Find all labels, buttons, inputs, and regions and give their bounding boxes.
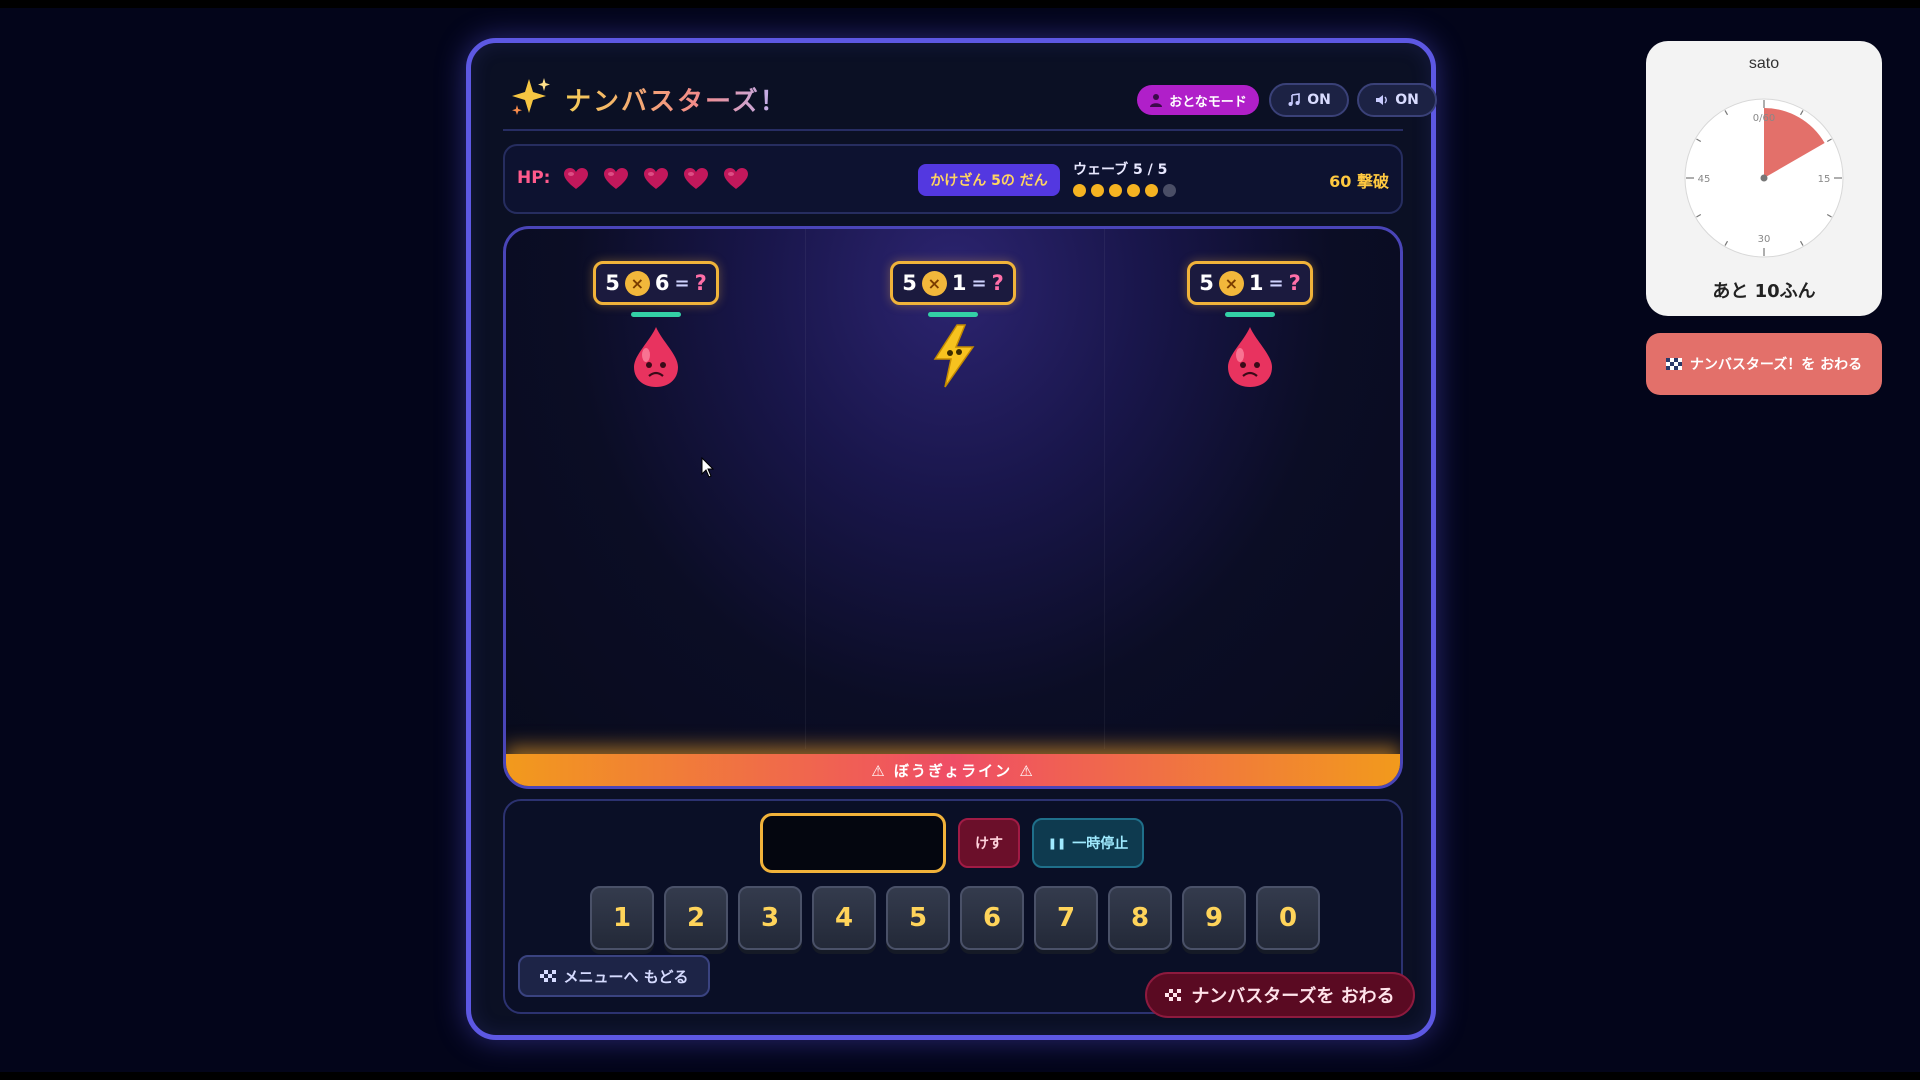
battle-arena: 5 × 6 = ? 5 × 1 = ? 5 × 1 = ? ⚠ ぼうぎょライン … — [503, 226, 1403, 789]
defense-line: ⚠ ぼうぎょライン ⚠ — [506, 754, 1400, 786]
lane-divider — [805, 229, 806, 749]
game-window: ナンバスターズ！ おとなモード ON ON HP: かけざん 5の だん ウェー… — [466, 38, 1437, 1040]
top-letterbox — [0, 0, 1920, 8]
timer-clock: 0/60 15 30 45 — [1684, 98, 1844, 258]
heart-icon — [644, 168, 668, 189]
problem-card: 5 × 1 = ? — [890, 261, 1016, 305]
enemy-lane-2: 5 × 1 = ? — [890, 261, 1020, 401]
wave-dot — [1163, 184, 1176, 197]
problem-card: 5 × 1 = ? — [1187, 261, 1313, 305]
clock-label-left: 45 — [1698, 174, 1711, 185]
key-2[interactable]: 2 — [664, 886, 728, 950]
status-bar: HP: かけざん 5の だん ウェーブ 5 / 5 60 撃破 — [503, 144, 1403, 214]
hp-hearts — [563, 166, 749, 192]
mouse-cursor-icon — [701, 457, 715, 478]
equals-sign: = — [971, 272, 987, 294]
lane-divider — [1104, 229, 1105, 749]
pause-icon: ❚❚ — [1047, 836, 1067, 850]
game-header: ナンバスターズ！ おとなモード ON ON — [503, 71, 1437, 131]
wave-dot — [1145, 184, 1158, 197]
clock-center — [1760, 174, 1768, 182]
multiply-icon: × — [1218, 270, 1244, 296]
clock-label-right: 15 — [1818, 174, 1831, 185]
unknown-answer: ? — [694, 271, 707, 295]
pause-button[interactable]: ❚❚ 一時停止 — [1032, 818, 1144, 868]
adult-mode-button[interactable]: おとなモード — [1137, 85, 1259, 115]
enemy-lane-3: 5 × 1 = ? — [1187, 261, 1317, 401]
unknown-answer: ? — [991, 271, 1004, 295]
bottom-letterbox — [0, 1072, 1920, 1080]
key-5[interactable]: 5 — [886, 886, 950, 950]
drop-creature-icon — [1228, 327, 1272, 387]
clear-button[interactable]: けす — [958, 818, 1020, 868]
key-1[interactable]: 1 — [590, 886, 654, 950]
answer-input[interactable] — [760, 813, 946, 873]
music-note-icon — [1288, 93, 1300, 106]
heart-icon — [564, 168, 588, 189]
adult-mode-label: おとなモード — [1169, 94, 1247, 110]
key-6[interactable]: 6 — [960, 886, 1024, 950]
enemy-health-bar — [1225, 312, 1275, 317]
music-toggle[interactable]: ON — [1269, 83, 1349, 117]
key-4[interactable]: 4 — [812, 886, 876, 950]
person-icon — [1150, 94, 1163, 107]
sparkle-icon — [512, 78, 550, 115]
end-session-label: ナンバスターズ！を おわる — [1689, 357, 1863, 373]
drop-creature-icon — [634, 327, 678, 387]
wave-dot — [1109, 184, 1122, 197]
enemy-lane-1: 5 × 6 = ? — [593, 261, 723, 401]
pause-label: 一時停止 — [1072, 836, 1129, 852]
clock-label-top: 0/60 — [1753, 113, 1775, 124]
checkered-flag-icon — [1165, 989, 1182, 1001]
key-9[interactable]: 9 — [1182, 886, 1246, 950]
timer-remaining: あと 10ふん — [1712, 281, 1816, 302]
checkered-flag-icon — [1665, 358, 1682, 370]
lightning-creature-icon — [933, 324, 975, 388]
menu-label: メニューへ もどる — [563, 967, 689, 986]
enemy-health-bar — [631, 312, 681, 317]
operand-left: 5 — [902, 271, 917, 295]
wave-label: ウェーブ 5 / 5 — [1073, 162, 1168, 178]
multiply-icon: × — [624, 270, 650, 296]
wave-dot — [1073, 184, 1086, 197]
number-pad: 1 2 3 4 5 6 7 8 9 0 — [590, 886, 1320, 950]
music-state: ON — [1307, 92, 1331, 108]
hp-label: HP: — [517, 168, 551, 188]
game-title: ナンバスターズ！ — [565, 81, 788, 118]
quit-game-button[interactable]: ナンバスターズを おわる — [1145, 972, 1415, 1018]
operand-right: 1 — [951, 271, 967, 295]
multiply-icon: × — [921, 270, 947, 296]
key-7[interactable]: 7 — [1034, 886, 1098, 950]
operand-right: 6 — [654, 271, 670, 295]
equals-sign: = — [1268, 272, 1284, 294]
checkered-flag-icon — [539, 970, 556, 982]
level-badge: かけざん 5の だん — [918, 164, 1060, 196]
kill-count: 60 撃破 — [1329, 172, 1389, 191]
end-session-button[interactable]: ナンバスターズ！を おわる — [1646, 333, 1882, 395]
key-3[interactable]: 3 — [738, 886, 802, 950]
heart-icon — [724, 168, 748, 189]
operand-right: 1 — [1248, 271, 1264, 295]
wave-dot — [1127, 184, 1140, 197]
clock-label-bottom: 30 — [1758, 234, 1771, 245]
wave-dot — [1091, 184, 1104, 197]
unknown-answer: ? — [1288, 271, 1301, 295]
heart-icon — [684, 168, 708, 189]
problem-card: 5 × 6 = ? — [593, 261, 719, 305]
timer-widget: sato 0/60 15 30 45 あと 10ふん — [1646, 41, 1882, 316]
enemy-health-bar — [928, 312, 978, 317]
quit-label: ナンバスターズを おわる — [1191, 986, 1395, 1007]
sound-state: ON — [1395, 92, 1419, 108]
speaker-icon — [1376, 95, 1388, 105]
heart-icon — [604, 168, 628, 189]
key-0[interactable]: 0 — [1256, 886, 1320, 950]
timer-username: sato — [1748, 55, 1780, 72]
sound-toggle[interactable]: ON — [1357, 83, 1437, 117]
equals-sign: = — [674, 272, 690, 294]
back-to-menu-button[interactable]: メニューへ もどる — [518, 955, 710, 997]
operand-left: 5 — [605, 271, 620, 295]
key-8[interactable]: 8 — [1108, 886, 1172, 950]
operand-left: 5 — [1199, 271, 1214, 295]
wave-progress — [1073, 184, 1176, 197]
